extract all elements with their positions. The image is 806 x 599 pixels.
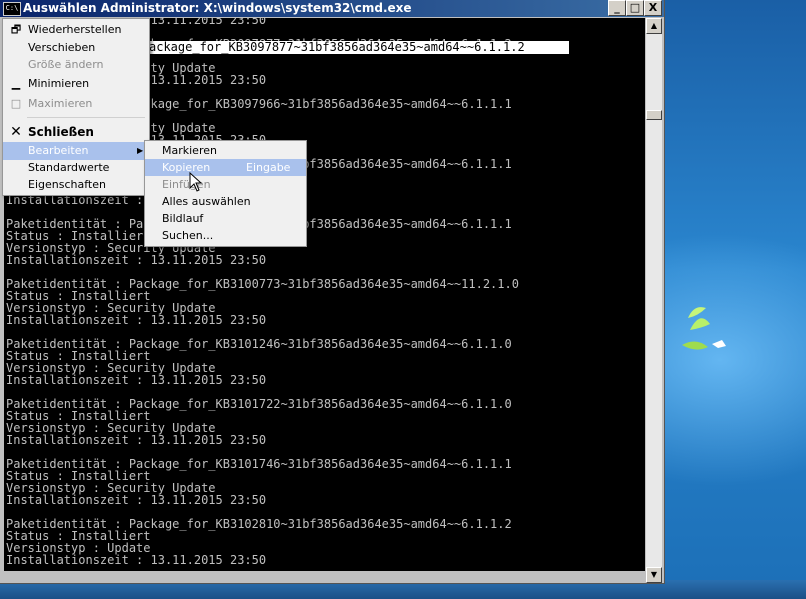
menu-item-label: Eigenschaften xyxy=(28,178,106,191)
menu-item-label: Standardwerte xyxy=(28,161,110,174)
submenu-item-select-all[interactable]: Alles auswählen xyxy=(145,193,306,210)
window-title: Auswählen Administrator: X:\windows\syst… xyxy=(23,1,412,15)
menu-item-label: Schließen xyxy=(28,125,94,139)
menu-item-label: Größe ändern xyxy=(28,58,104,71)
menu-item-restore[interactable]: 🗗 Wiederherstellen xyxy=(3,21,149,39)
cmd-icon[interactable]: C:\ xyxy=(3,2,21,16)
mouse-cursor-icon xyxy=(189,172,203,192)
menu-item-properties[interactable]: Eigenschaften xyxy=(3,176,149,194)
menu-item-close[interactable]: ✕ Schließen xyxy=(3,123,149,141)
submenu-item-label: Markieren xyxy=(162,144,217,157)
menu-item-label: Maximieren xyxy=(28,97,93,110)
submenu-item-paste: Einfügen xyxy=(145,176,306,193)
menu-item-label: Minimieren xyxy=(28,77,90,90)
submenu-item-shortcut: Eingabe xyxy=(246,161,291,174)
menu-item-move[interactable]: Verschieben xyxy=(3,39,149,57)
submenu-item-scroll[interactable]: Bildlauf xyxy=(145,210,306,227)
menu-item-label: Wiederherstellen xyxy=(28,23,122,36)
restore-icon: 🗗 xyxy=(10,23,22,36)
minimize-icon: ▁ xyxy=(11,77,21,90)
maximize-icon: □ xyxy=(10,97,22,110)
menu-item-minimize[interactable]: ▁ Minimieren xyxy=(3,75,149,93)
submenu-item-mark[interactable]: Markieren xyxy=(145,142,306,159)
submenu-item-label: Bildlauf xyxy=(162,212,204,225)
submenu-item-copy[interactable]: Kopieren Eingabe xyxy=(145,159,306,176)
edit-submenu: Markieren Kopieren Eingabe Einfügen Alle… xyxy=(144,140,307,247)
system-menu: 🗗 Wiederherstellen Verschieben Größe änd… xyxy=(2,18,150,196)
maximize-button[interactable]: □ xyxy=(626,0,644,16)
submenu-arrow-icon: ▶ xyxy=(137,146,144,155)
scroll-down-button[interactable]: ▼ xyxy=(646,567,662,583)
submenu-item-find[interactable]: Suchen... xyxy=(145,227,306,244)
scroll-up-button[interactable]: ▲ xyxy=(646,18,662,34)
submenu-item-label: Alles auswählen xyxy=(162,195,251,208)
close-button[interactable]: X xyxy=(644,0,662,16)
menu-separator xyxy=(27,117,145,118)
minimize-button[interactable]: _ xyxy=(608,0,626,16)
submenu-item-label: Suchen... xyxy=(162,229,214,242)
scroll-thumb[interactable] xyxy=(646,110,662,120)
submenu-item-label: Einfügen xyxy=(162,178,211,191)
vertical-scrollbar[interactable]: ▲ ▼ xyxy=(646,18,662,583)
menu-item-maximize: □ Maximieren xyxy=(3,95,149,113)
title-bar[interactable]: C:\ Auswählen Administrator: X:\windows\… xyxy=(0,0,664,17)
menu-item-label: Verschieben xyxy=(28,41,96,54)
menu-item-edit[interactable]: Bearbeiten ▶ xyxy=(3,142,149,160)
close-icon: ✕ xyxy=(10,124,22,140)
selected-text: ackage_for_KB3097877~31bf3856ad364e35~am… xyxy=(149,40,525,54)
menu-item-label: Bearbeiten xyxy=(28,144,89,157)
menu-item-defaults[interactable]: Standardwerte xyxy=(3,159,149,177)
console-bottom-edge xyxy=(4,571,645,583)
menu-item-resize: Größe ändern xyxy=(3,56,149,74)
